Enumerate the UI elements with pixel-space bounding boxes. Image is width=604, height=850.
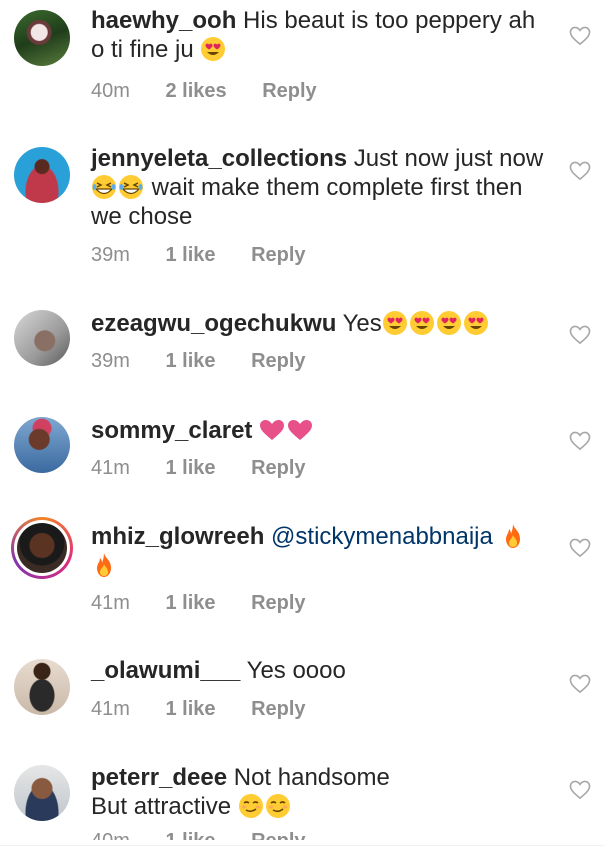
heart-outline-icon[interactable] — [569, 161, 591, 181]
reply-button[interactable]: Reply — [251, 592, 305, 615]
laughing-emoji — [91, 174, 117, 200]
heart-eyes-emoji — [463, 310, 489, 336]
reply-button[interactable]: Reply — [251, 244, 305, 267]
reply-button[interactable]: Reply — [251, 350, 305, 373]
comment-likes[interactable]: 2 likes — [165, 80, 226, 103]
comment-username[interactable]: ezeagwu_ogechukwu — [91, 310, 336, 337]
comment-likes[interactable]: 1 like — [165, 457, 215, 480]
laughing-emoji — [118, 174, 144, 200]
heart-eyes-emoji — [436, 310, 462, 336]
avatar[interactable] — [14, 659, 70, 715]
comment-likes[interactable]: 1 like — [165, 698, 215, 721]
comment-time: 40m — [91, 80, 130, 102]
comment-body: Yes — [342, 310, 382, 337]
comment-body-cont: wait make them complete first then — [151, 174, 523, 201]
comment-body: Not handsome — [233, 764, 390, 791]
comment-body-cont: o ti fine ju — [91, 36, 194, 63]
heart-eyes-emoji — [200, 36, 226, 62]
fire-emoji — [500, 523, 526, 549]
comment-time: 41m — [91, 592, 130, 614]
avatar-photo — [17, 523, 67, 573]
reply-button[interactable]: Reply — [251, 830, 305, 840]
reply-button[interactable]: Reply — [251, 698, 305, 721]
comment-meta: 39m 1 like Reply — [91, 350, 306, 373]
comment-likes[interactable]: 1 like — [165, 350, 215, 373]
comment-meta: 40m 1 like Reply — [91, 830, 306, 840]
comment-username[interactable]: sommy_claret — [91, 417, 252, 444]
comment-meta: 41m 1 like Reply — [91, 698, 306, 721]
comment-text: _olawumi___ Yes oooo — [91, 656, 561, 685]
smirk-emoji — [238, 793, 264, 819]
comment-time: 41m — [91, 698, 130, 720]
avatar-ring-gap — [14, 520, 70, 576]
mention-link[interactable]: @stickymenabbnaija — [271, 523, 493, 550]
comment-body: His beaut is too peppery ah — [243, 7, 536, 34]
comment-text: jennyeleta_collections Just now just now… — [91, 144, 561, 231]
comment-body-cont: we chose — [91, 203, 193, 230]
comment-username[interactable]: _olawumi___ — [91, 657, 240, 684]
comment-meta: 39m 1 like Reply — [91, 244, 306, 267]
comment-time: 39m — [91, 350, 130, 372]
comment-text: peterr_deee Not handsome But attractive — [91, 763, 561, 821]
comment-body-cont: But attractive — [91, 793, 232, 820]
bottom-edge — [0, 845, 604, 846]
heart-eyes-emoji — [409, 310, 435, 336]
comment-text: ezeagwu_ogechukwu Yes — [91, 309, 561, 338]
avatar[interactable] — [14, 10, 70, 66]
avatar[interactable] — [11, 517, 73, 579]
avatar[interactable] — [14, 147, 70, 203]
fire-emoji — [91, 552, 117, 578]
comment-text: mhiz_glowreeh @stickymenabbnaija — [91, 522, 561, 580]
avatar[interactable] — [14, 417, 70, 473]
avatar[interactable] — [14, 310, 70, 366]
comment-time: 41m — [91, 457, 130, 479]
pink-heart-emoji — [287, 419, 313, 441]
heart-outline-icon[interactable] — [569, 325, 591, 345]
avatar[interactable] — [14, 765, 70, 821]
heart-outline-icon[interactable] — [569, 674, 591, 694]
comment-likes[interactable]: 1 like — [165, 830, 215, 840]
heart-outline-icon[interactable] — [569, 431, 591, 451]
comment-likes[interactable]: 1 like — [165, 244, 215, 267]
pink-heart-emoji — [259, 419, 285, 441]
comment-body: Yes oooo — [246, 657, 346, 684]
comment-username[interactable]: peterr_deee — [91, 764, 227, 791]
comment-username[interactable]: haewhy_ooh — [91, 7, 236, 34]
heart-outline-icon[interactable] — [569, 26, 591, 46]
comment-likes[interactable]: 1 like — [165, 592, 215, 615]
comment-username[interactable]: jennyeleta_collections — [91, 145, 347, 172]
comment-body: Just now just now — [353, 145, 544, 172]
reply-button[interactable]: Reply — [262, 80, 316, 103]
comment-time: 39m — [91, 244, 130, 266]
comment-time: 40m — [91, 830, 130, 840]
heart-outline-icon[interactable] — [569, 780, 591, 800]
comment-meta: 40m 2 likes Reply — [91, 80, 317, 103]
comment-meta: 41m 1 like Reply — [91, 592, 306, 615]
comment-text: sommy_claret — [91, 416, 561, 445]
smirk-emoji — [265, 793, 291, 819]
reply-button[interactable]: Reply — [251, 457, 305, 480]
comment-meta: 41m 1 like Reply — [91, 457, 306, 480]
comment-text: haewhy_ooh His beaut is too peppery ah o… — [91, 6, 561, 64]
comment-username[interactable]: mhiz_glowreeh — [91, 523, 264, 550]
heart-eyes-emoji — [382, 310, 408, 336]
heart-outline-icon[interactable] — [569, 538, 591, 558]
